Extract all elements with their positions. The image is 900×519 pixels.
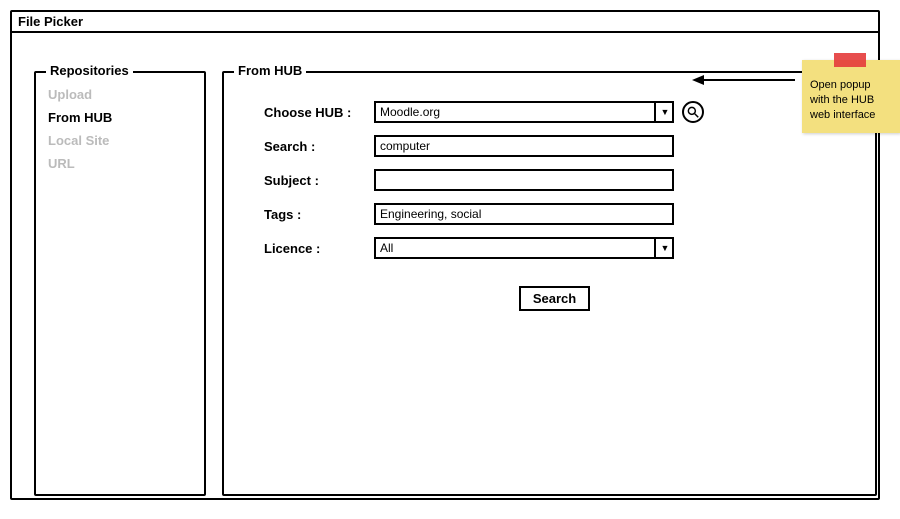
file-picker-window: File Picker Repositories Upload From HUB…: [10, 10, 880, 500]
from-hub-legend: From HUB: [234, 63, 306, 78]
label-tags: Tags :: [264, 207, 374, 222]
repo-item-url[interactable]: URL: [46, 152, 194, 175]
label-search: Search :: [264, 139, 374, 154]
repo-item-local-site[interactable]: Local Site: [46, 129, 194, 152]
sticky-tape: [834, 53, 866, 67]
open-hub-popup-icon[interactable]: [682, 101, 704, 123]
sticky-text: Open popup with the HUB web interface: [810, 79, 875, 121]
tags-input[interactable]: [374, 203, 674, 225]
repo-item-from-hub[interactable]: From HUB: [46, 106, 194, 129]
window-body: Repositories Upload From HUB Local Site …: [12, 33, 878, 497]
row-tags: Tags :: [264, 201, 845, 227]
label-licence: Licence :: [264, 241, 374, 256]
search-button[interactable]: Search: [519, 286, 590, 311]
label-subject: Subject :: [264, 173, 374, 188]
repositories-legend: Repositories: [46, 63, 133, 78]
row-choose-hub: Choose HUB :: [264, 99, 845, 125]
search-button-row: Search: [264, 286, 845, 311]
hub-form: Choose HUB : Search :: [234, 83, 865, 321]
search-input[interactable]: [374, 135, 674, 157]
from-hub-panel: From HUB Choose HUB : Search :: [222, 71, 877, 496]
choose-hub-select[interactable]: [374, 101, 674, 123]
window-title: File Picker: [12, 12, 878, 33]
annotation-sticky-note: Open popup with the HUB web interface: [802, 60, 900, 133]
licence-select[interactable]: [374, 237, 674, 259]
row-licence: Licence :: [264, 235, 845, 261]
label-choose-hub: Choose HUB :: [264, 105, 374, 120]
subject-input[interactable]: [374, 169, 674, 191]
row-search: Search :: [264, 133, 845, 159]
row-subject: Subject :: [264, 167, 845, 193]
repositories-panel: Repositories Upload From HUB Local Site …: [34, 71, 206, 496]
repo-item-upload[interactable]: Upload: [46, 83, 194, 106]
